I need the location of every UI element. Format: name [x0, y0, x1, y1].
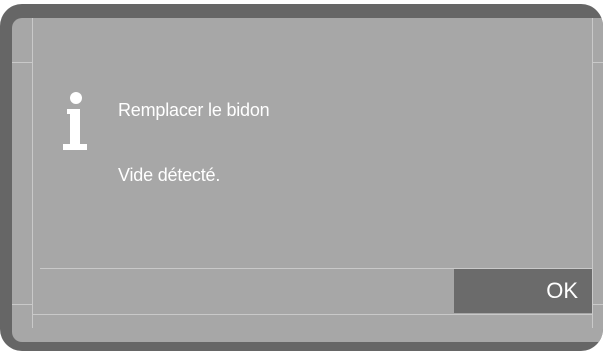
info-icon [63, 92, 87, 150]
guide-tick [12, 62, 32, 63]
dialog-title: Remplacer le bidon [118, 100, 270, 120]
guide-line-left [32, 18, 33, 328]
ok-button[interactable]: OK [454, 269, 592, 313]
device-frame: Remplacer le bidon Vide détecté. OK [0, 4, 603, 351]
display-screen: Remplacer le bidon Vide détecté. OK [12, 18, 603, 342]
guide-tick [592, 304, 603, 305]
guide-tick [592, 62, 603, 63]
bottom-guide-line [32, 314, 592, 315]
dialog-detail: Vide détecté. [118, 165, 221, 185]
guide-line-right [592, 18, 593, 328]
guide-tick [12, 304, 32, 305]
